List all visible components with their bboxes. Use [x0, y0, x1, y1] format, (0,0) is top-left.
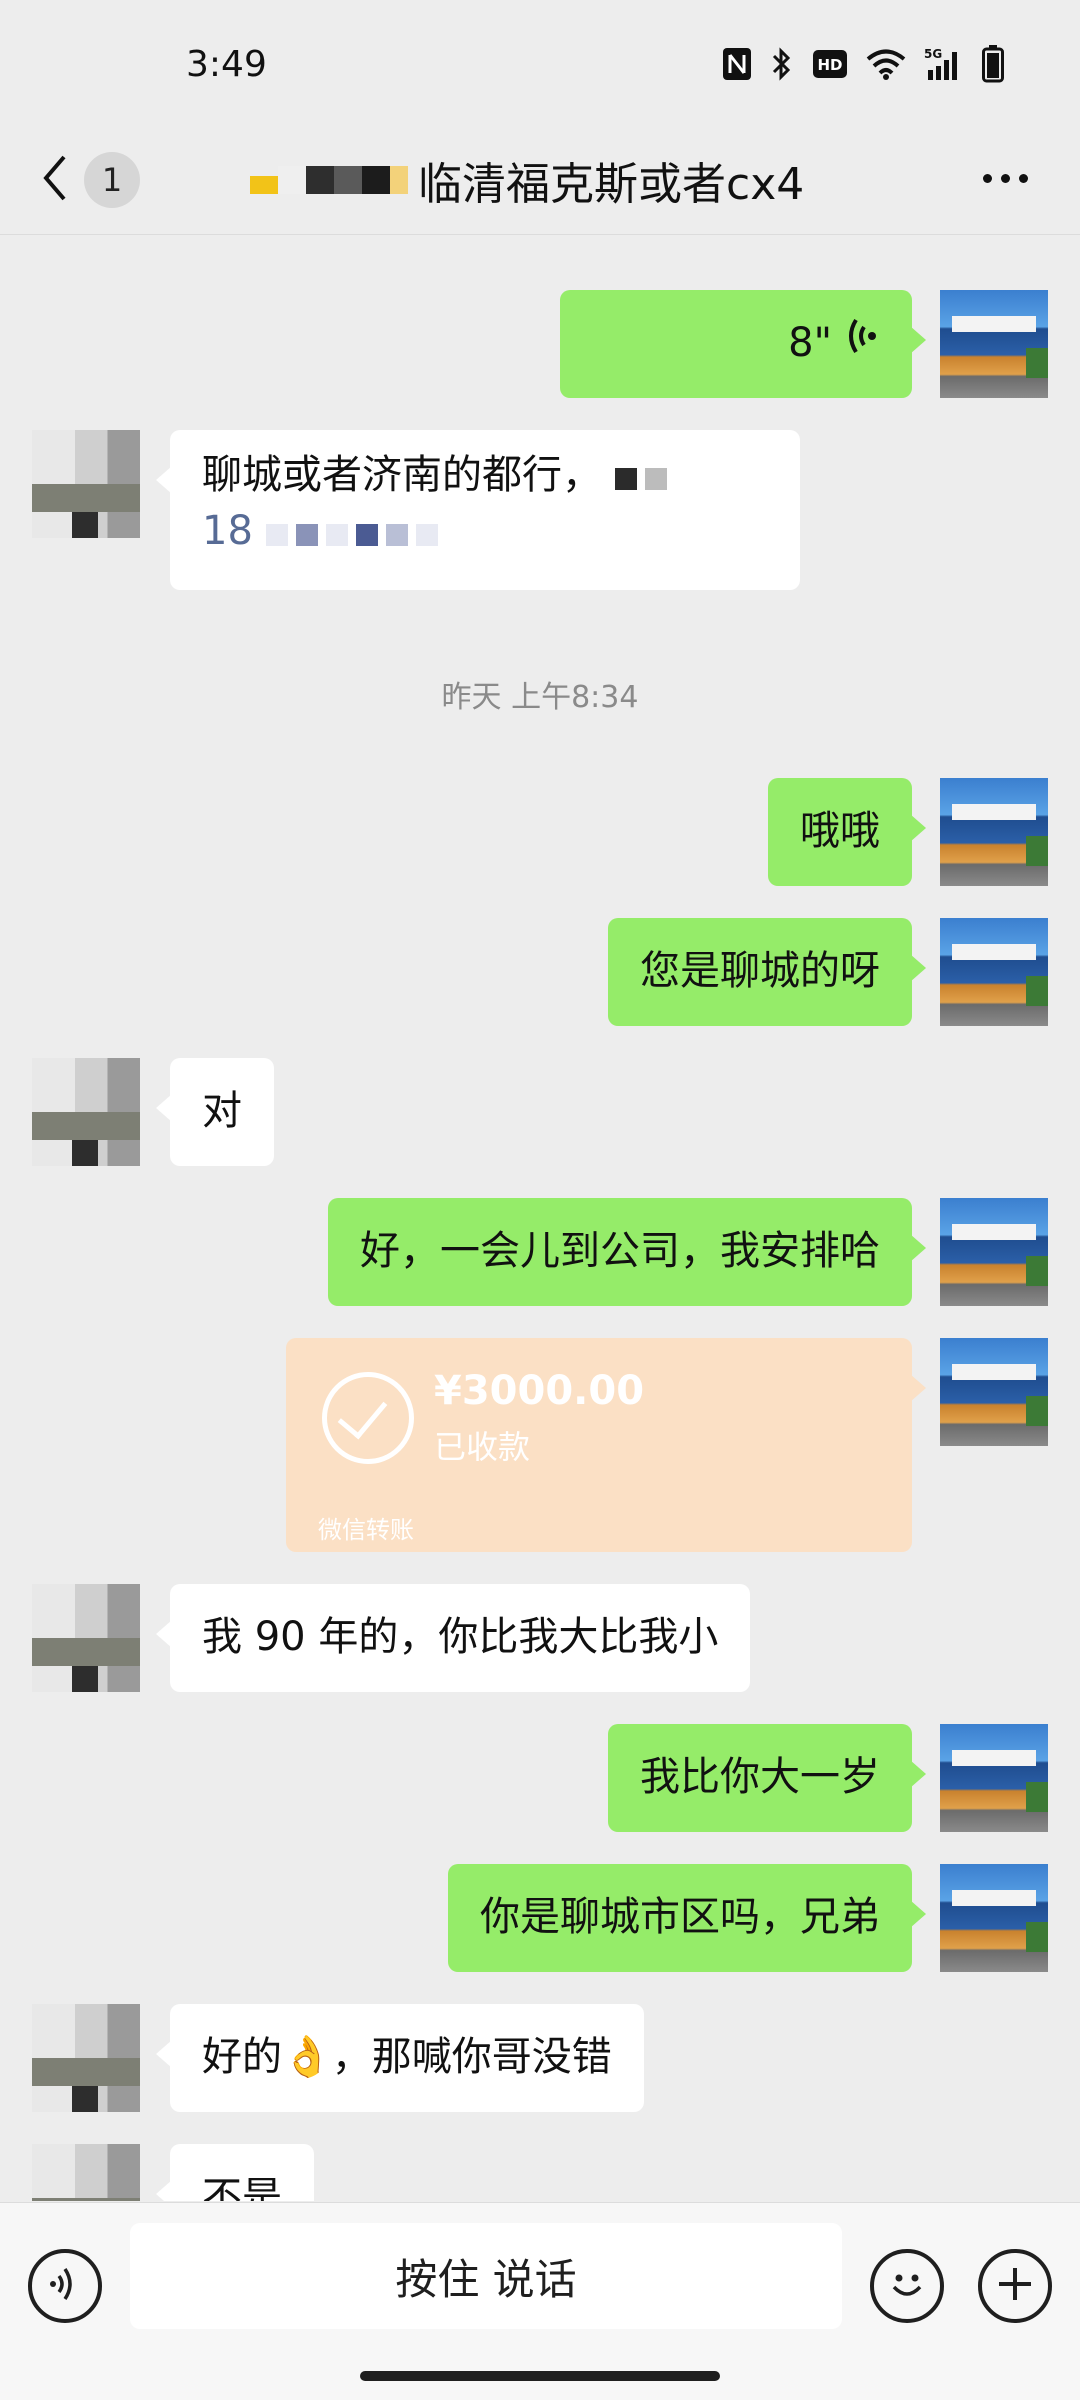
hold-to-talk-button[interactable]: 按住 说话 — [130, 2223, 842, 2329]
self-avatar[interactable] — [940, 1338, 1048, 1446]
message-bubble[interactable]: 您是聊城的呀 — [608, 918, 926, 1026]
back-button[interactable]: 1 — [40, 140, 150, 220]
5g-signal-icon: 5G — [924, 46, 964, 82]
voice-message-bubble[interactable]: 8" — [560, 290, 926, 398]
message-text: 好的👌，那喊你哥没错 — [202, 2034, 612, 2080]
battery-icon — [982, 45, 1004, 83]
message-bubble[interactable]: 我 90 年的，你比我大比我小 — [155, 1584, 751, 1692]
hd-icon: HD — [812, 49, 848, 79]
redacted-phone-mosaic — [265, 506, 446, 560]
message-bubble[interactable]: 你是聊城市区吗，兄弟 — [448, 1864, 926, 1972]
message-bubble[interactable]: 我比你大一岁 — [608, 1724, 926, 1832]
transfer-card[interactable]: ¥3000.00 已收款 微信转账 — [286, 1338, 926, 1552]
bluetooth-icon — [770, 46, 794, 82]
svg-text:HD: HD — [817, 56, 842, 74]
redacted-mosaic — [614, 450, 675, 504]
more-functions-button[interactable] — [978, 2249, 1052, 2323]
check-circle-icon — [322, 1372, 414, 1464]
message-text: 您是聊城的呀 — [640, 948, 880, 994]
self-avatar[interactable] — [940, 1198, 1048, 1306]
message-bubble[interactable]: 聊城或者济南的都行， 18 — [156, 430, 800, 590]
contact-avatar[interactable] — [32, 2004, 140, 2112]
chat-header: 1 临清福克斯或者cx4 — [0, 130, 1080, 235]
wifi-icon — [866, 48, 906, 80]
self-avatar[interactable] — [940, 1864, 1048, 1972]
plus-icon — [993, 2262, 1037, 2310]
nfc-icon — [722, 47, 752, 81]
contact-avatar[interactable] — [32, 1584, 140, 1692]
message-text: 对 — [202, 1088, 242, 1134]
message-text: 哦哦 — [800, 808, 880, 854]
voice-wave-icon — [846, 316, 880, 370]
transfer-amount: ¥3000.00 — [434, 1368, 645, 1414]
message-bubble[interactable]: 好，一会儿到公司，我安排哈 — [328, 1198, 926, 1306]
message-text: 我 90 年的，你比我大比我小 — [202, 1614, 719, 1660]
message-bubble[interactable]: 对 — [156, 1058, 274, 1166]
message-text: 你是聊城市区吗，兄弟 — [480, 1894, 880, 1940]
message-bubble[interactable]: 不是 — [156, 2144, 314, 2201]
self-avatar[interactable] — [940, 1724, 1048, 1832]
contact-avatar[interactable] — [32, 2144, 140, 2201]
redacted-name-mosaic — [250, 166, 408, 194]
chevron-left-icon — [40, 153, 70, 207]
message-bubble[interactable]: 哦哦 — [768, 778, 926, 886]
emoji-icon — [882, 2259, 932, 2313]
voice-input-toggle[interactable] — [28, 2249, 102, 2323]
message-text: 不是 — [202, 2174, 282, 2201]
unread-count-badge: 1 — [84, 152, 140, 208]
chat-title-area: 临清福克斯或者cx4 — [250, 140, 850, 220]
self-avatar[interactable] — [940, 290, 1048, 398]
message-timestamp: 昨天 上午8:34 — [441, 680, 639, 715]
home-indicator[interactable] — [360, 2371, 720, 2381]
emoji-button[interactable] — [870, 2249, 944, 2323]
message-text: 好，一会儿到公司，我安排哈 — [360, 1228, 880, 1274]
contact-avatar[interactable] — [32, 1058, 140, 1166]
self-avatar[interactable] — [940, 918, 1048, 1026]
transfer-footer: 微信转账 — [318, 1516, 414, 1544]
message-text: 聊城或者济南的都行， — [202, 452, 602, 498]
chat-title: 临清福克斯或者cx4 — [418, 159, 805, 210]
svg-text:5G: 5G — [924, 47, 942, 61]
voice-duration: 8" — [788, 320, 832, 366]
status-bar: 3:49 HD 5G — [0, 0, 1080, 130]
contact-avatar[interactable] — [32, 430, 140, 538]
more-icon — [982, 173, 1028, 183]
transfer-status: 已收款 — [434, 1428, 531, 1466]
chat-message-list[interactable]: 8" 聊城或者济南的都行， 18 昨天 上午8:34 哦哦 您是聊城的呀 对 好… — [0, 236, 1080, 2201]
status-icons: HD 5G — [722, 44, 1004, 84]
self-avatar[interactable] — [940, 778, 1048, 886]
input-bar: 按住 说话 — [0, 2202, 1080, 2400]
voice-input-icon — [43, 2262, 87, 2310]
status-time: 3:49 — [186, 44, 267, 85]
more-button[interactable] — [970, 148, 1040, 208]
message-bubble[interactable]: 好的👌，那喊你哥没错 — [156, 2004, 644, 2112]
phone-number-link[interactable]: 18 — [202, 508, 253, 554]
message-text: 我比你大一岁 — [640, 1754, 880, 1800]
